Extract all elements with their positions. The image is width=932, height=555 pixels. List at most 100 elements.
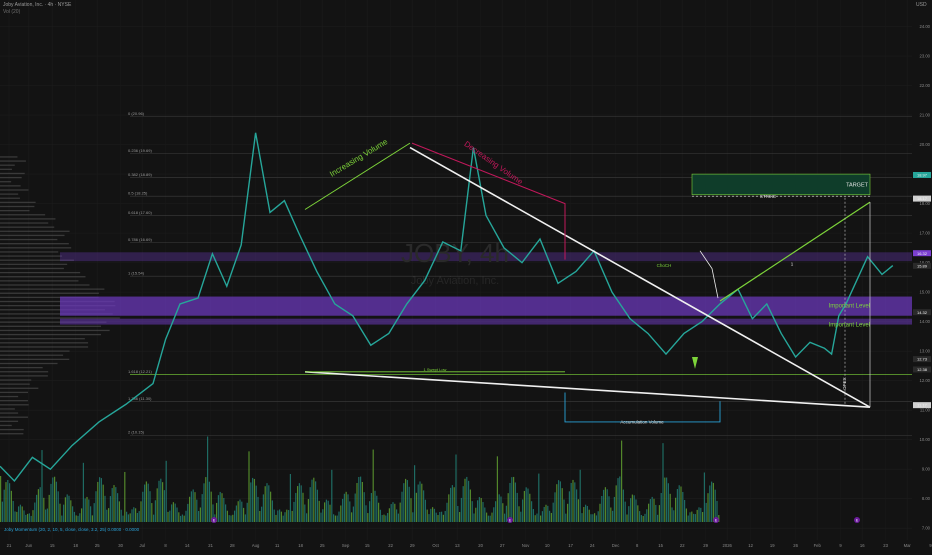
volume-bar [313, 477, 315, 522]
volume-bar [189, 496, 191, 522]
volume-bar [93, 503, 95, 522]
volume-bar [277, 510, 279, 522]
price-tag-label: 16.32 [917, 251, 928, 256]
volume-bar [567, 503, 569, 522]
volume-bar [54, 476, 56, 522]
volume-bar [705, 502, 707, 522]
fib-label: 0.382 (18.89) [128, 172, 152, 177]
time-tick: 18 [298, 543, 303, 548]
volume-bar [682, 491, 684, 522]
volume-bar [540, 515, 542, 522]
profile-bar [0, 391, 29, 394]
volume-bar [138, 511, 140, 522]
volume-bar [293, 501, 295, 522]
profile-bar [0, 172, 25, 175]
volume-bar [187, 503, 189, 522]
accumulation-volume-label: Accumulation Volume [620, 419, 664, 424]
volume-bar [385, 515, 387, 522]
volume-bar [601, 495, 603, 522]
volume-bar [172, 502, 174, 522]
volume-bar [88, 499, 90, 522]
volume-bar [376, 495, 378, 522]
profile-bar [0, 247, 72, 249]
volume-bar [329, 504, 331, 522]
volume-bar [630, 498, 632, 522]
volume-bar [412, 512, 414, 522]
volume-bar [424, 499, 426, 522]
volume-bar [662, 443, 664, 522]
volume-bar [565, 513, 567, 522]
volume-bar [3, 489, 5, 522]
important-level-zone-lower [60, 318, 912, 325]
volume-bar [333, 514, 335, 522]
time-tick: Feb [814, 543, 822, 548]
volume-bar [176, 507, 178, 522]
volume-bar [334, 515, 336, 522]
volume-bar [244, 514, 246, 522]
profile-bar [0, 329, 110, 332]
profile-bar [0, 280, 79, 282]
volume-bar [698, 507, 700, 522]
volume-bar [315, 481, 317, 522]
volume-bar [109, 496, 111, 522]
time-axis[interactable]: 21 Jun 15 18 25 30 Jul 8 14 21 28 Aug 11 18 25 Sep 15 22 2… [0, 540, 932, 550]
volume-bar [253, 478, 255, 522]
volume-bar [660, 492, 662, 522]
volume-bar [307, 499, 309, 522]
volume-bar [327, 500, 329, 522]
profile-bar [0, 251, 59, 253]
price-tick: 20.00 [920, 142, 931, 147]
volume-bar [545, 504, 547, 522]
volume-bar [127, 514, 129, 522]
price-tag-label: 18.97 [917, 173, 928, 178]
volume-bar [61, 515, 63, 522]
volume-bar [347, 494, 349, 522]
profile-bar [0, 379, 32, 381]
volume-bar [612, 510, 614, 522]
volume-bar [538, 473, 540, 522]
support-trendline [304, 371, 871, 409]
volume-bar [322, 509, 324, 522]
volume-bar [486, 512, 488, 522]
time-tick: 25 [320, 543, 325, 548]
profile-bar [0, 243, 69, 245]
volume-bar [153, 514, 155, 522]
volume-bar [243, 507, 245, 522]
volume-bar [489, 515, 491, 522]
profile-bar [0, 238, 58, 241]
profile-bar [0, 346, 89, 348]
profile-bar [0, 408, 15, 410]
time-tick: 26 [793, 543, 798, 548]
projection-line [719, 201, 871, 302]
volume-bar [514, 482, 516, 522]
volume-bar [626, 514, 628, 522]
volume-bar [286, 509, 288, 522]
volume-bar [685, 508, 687, 522]
volume-bar [712, 482, 714, 522]
price-axis[interactable]: 24.0023.0022.0021.0020.0019.0018.0017.00… [912, 0, 932, 550]
price-chart[interactable]: JOBY, 4h Joby Aviation, Inc. 0 (20.96) 0.… [0, 0, 932, 550]
volume-bar [419, 481, 421, 522]
volume-bar [590, 514, 592, 522]
volume-bar [576, 489, 578, 522]
volume-bar [408, 486, 410, 522]
volume-bar [644, 513, 646, 522]
volume-bar [460, 497, 462, 522]
volume-bar [70, 500, 72, 522]
increasing-volume-label: Increasing Volume [328, 137, 390, 179]
volume-bar [466, 476, 468, 522]
volume-bar [453, 487, 455, 522]
volume-bar [351, 512, 353, 522]
volume-bar [574, 482, 576, 522]
volume-bar [588, 509, 590, 522]
volume-bar [471, 501, 473, 522]
volume-bar [511, 477, 513, 522]
volume-bar [41, 450, 43, 522]
volume-bar [340, 505, 342, 522]
price-tick: 9.00 [922, 467, 931, 472]
profile-bar [0, 350, 70, 352]
chart-area[interactable]: JOBY, 4h Joby Aviation, Inc. 0 (20.96) 0.… [0, 0, 932, 550]
volume-bar [126, 511, 128, 522]
volume-bar [541, 511, 543, 522]
price-tick: 23.00 [920, 54, 931, 59]
